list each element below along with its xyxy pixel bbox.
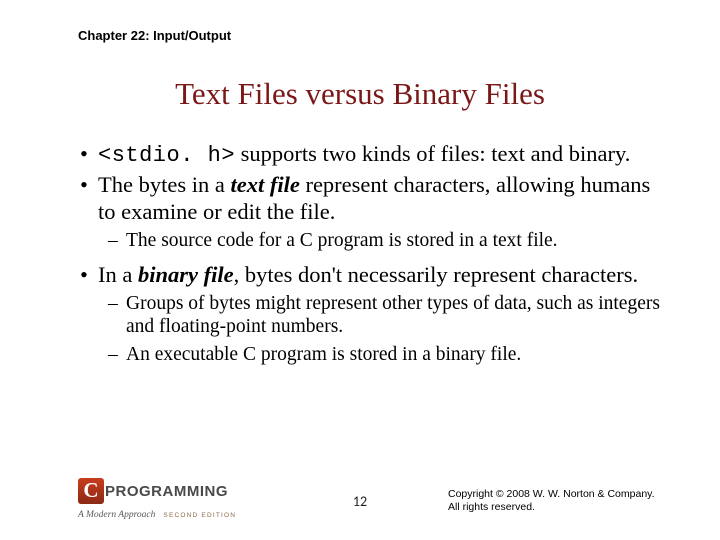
bullet-dot-icon: • bbox=[80, 171, 98, 198]
slide-title: Text Files versus Binary Files bbox=[0, 76, 720, 112]
bullet-3-em: binary file bbox=[138, 262, 234, 287]
bullet-3-post: , bytes don't necessarily represent char… bbox=[234, 262, 639, 287]
copyright-line1: Copyright © 2008 W. W. Norton & Company. bbox=[448, 488, 658, 501]
copyright-line2: All rights reserved. bbox=[448, 501, 658, 514]
code-stdio: <stdio. h> bbox=[98, 143, 235, 168]
slide-body: •<stdio. h> supports two kinds of files:… bbox=[80, 140, 660, 370]
bullet-1-text: supports two kinds of files: text and bi… bbox=[235, 141, 630, 166]
bullet-3: •In a binary file, bytes don't necessari… bbox=[80, 261, 660, 288]
dash-icon: – bbox=[108, 343, 126, 366]
bullet-dot-icon: • bbox=[80, 261, 98, 288]
subbullet-3: –An executable C program is stored in a … bbox=[80, 343, 660, 366]
subbullet-1: –The source code for a C program is stor… bbox=[80, 229, 660, 252]
bullet-2-pre: The bytes in a bbox=[98, 172, 230, 197]
bullet-dot-icon: • bbox=[80, 140, 98, 167]
bullet-2-em: text file bbox=[230, 172, 299, 197]
subbullet-2-text: Groups of bytes might represent other ty… bbox=[126, 293, 660, 337]
dash-icon: – bbox=[108, 292, 126, 315]
bullet-1: •<stdio. h> supports two kinds of files:… bbox=[80, 140, 660, 169]
subbullet-3-text: An executable C program is stored in a b… bbox=[126, 344, 521, 365]
bullet-2: •The bytes in a text file represent char… bbox=[80, 171, 660, 225]
subbullet-2: –Groups of bytes might represent other t… bbox=[80, 292, 660, 339]
dash-icon: – bbox=[108, 229, 126, 252]
copyright: Copyright © 2008 W. W. Norton & Company.… bbox=[448, 488, 658, 514]
chapter-label: Chapter 22: Input/Output bbox=[78, 28, 231, 43]
bullet-3-pre: In a bbox=[98, 262, 138, 287]
subbullet-1-text: The source code for a C program is store… bbox=[126, 230, 558, 251]
logo-edition: SECOND EDITION bbox=[163, 512, 236, 519]
logo-subtitle: A Modern Approach bbox=[78, 510, 155, 520]
